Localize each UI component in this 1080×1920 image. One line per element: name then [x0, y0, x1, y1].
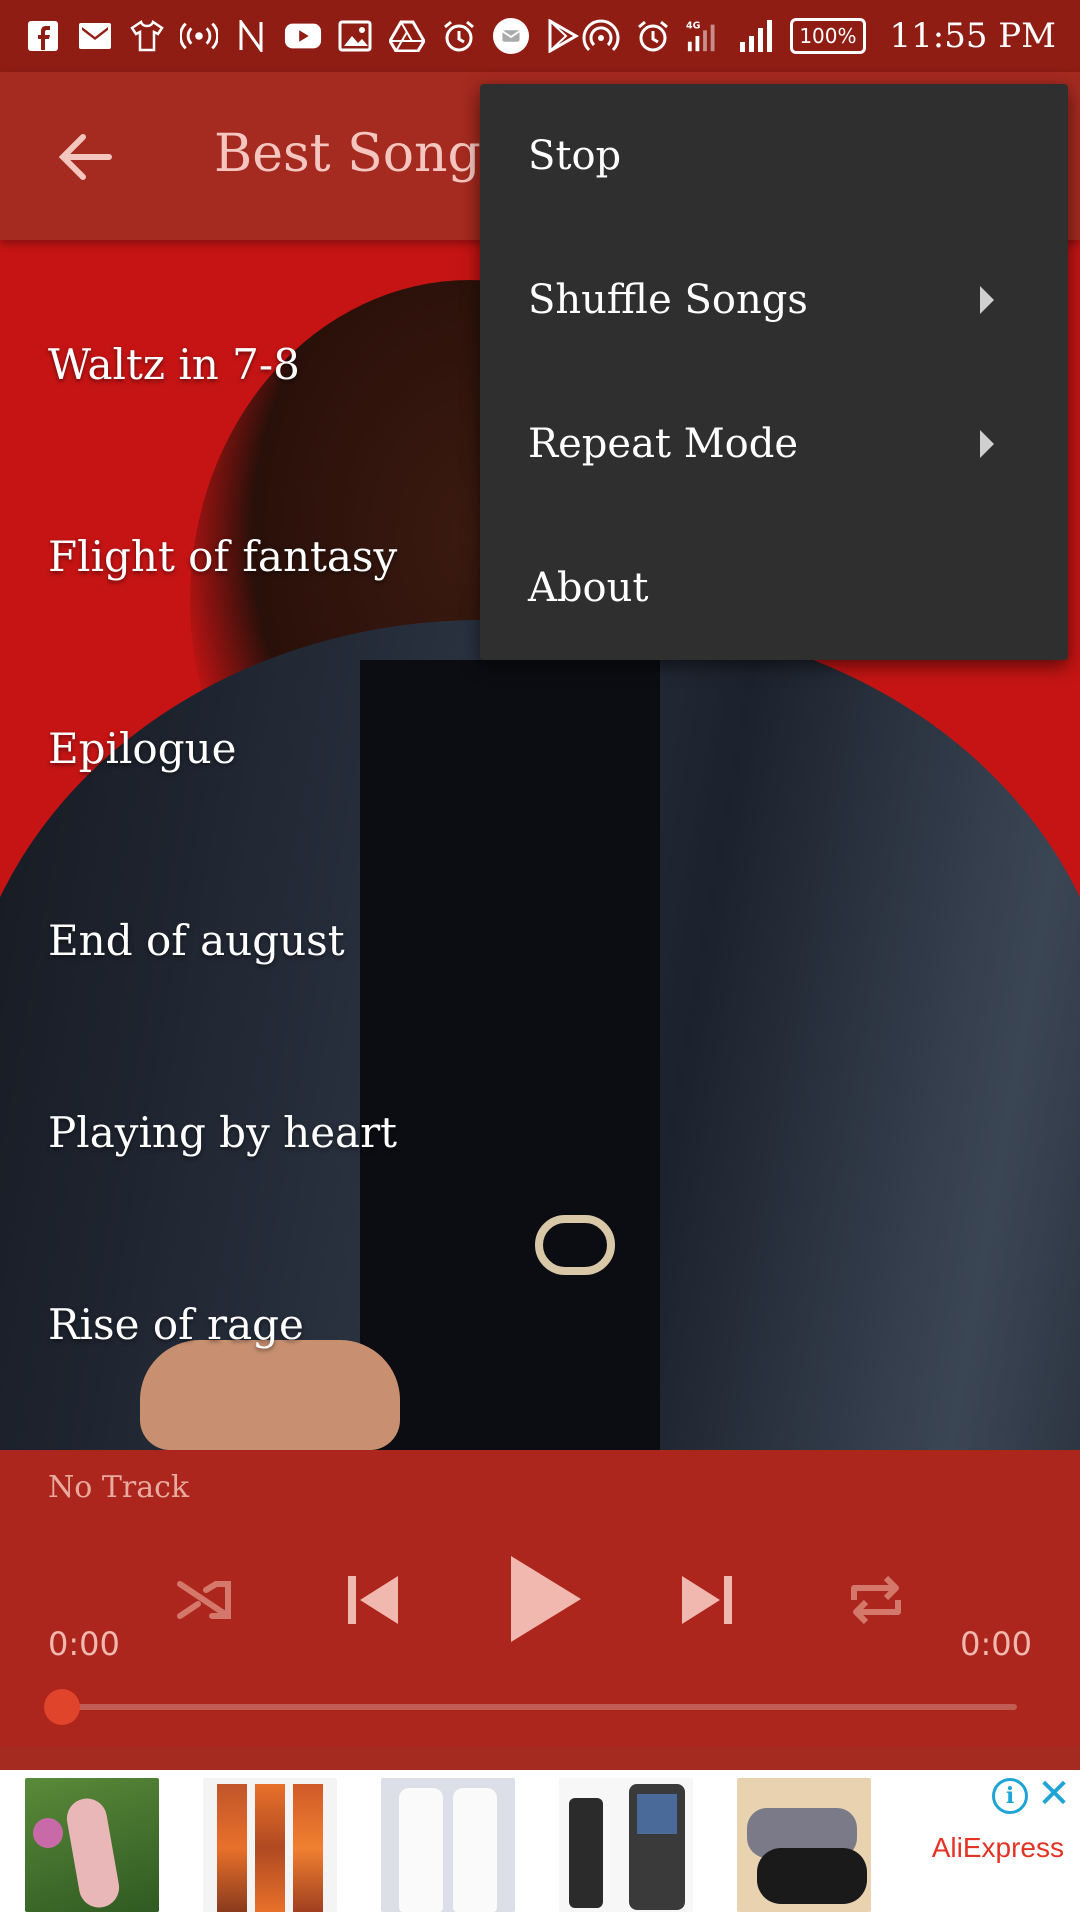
ad-brand-label: AliExpress: [931, 1832, 1064, 1863]
notification-icons: [24, 17, 582, 55]
player-panel: No Track 0:00 0:00: [0, 1450, 1080, 1746]
ad-product-image[interactable]: [203, 1778, 337, 1912]
submenu-arrow-icon: [980, 430, 994, 458]
status-bar: 4G 100% 11:55 PM: [0, 0, 1080, 72]
menu-item-repeat-mode[interactable]: Repeat Mode: [480, 372, 1068, 516]
broadcast-icon: [180, 17, 218, 55]
play-store-icon: [544, 17, 582, 55]
battery-indicator: 100%: [790, 18, 866, 54]
facebook-icon: [24, 17, 62, 55]
youtube-icon: [284, 17, 322, 55]
menu-item-label: About: [528, 565, 649, 611]
ad-close-icon[interactable]: ✕: [1034, 1774, 1074, 1814]
elapsed-time: 0:00: [48, 1625, 120, 1663]
player-controls: [0, 1550, 1080, 1650]
system-indicators: 4G 100% 11:55 PM: [582, 16, 1056, 56]
song-item[interactable]: Rise of rage: [0, 1230, 1080, 1422]
repeat-button[interactable]: [826, 1550, 926, 1650]
alarm-icon: [634, 17, 672, 55]
song-item[interactable]: End of august: [0, 846, 1080, 1038]
song-title: Waltz in 7-8: [48, 340, 300, 389]
gallery-icon: [336, 17, 374, 55]
song-title: End of august: [48, 916, 345, 965]
drive-icon: [388, 17, 426, 55]
ad-banner[interactable]: i ✕ AliExpress: [0, 1770, 1080, 1920]
ad-product-image[interactable]: [737, 1778, 871, 1912]
status-clock: 11:55 PM: [889, 16, 1056, 56]
ad-product-image[interactable]: [559, 1778, 693, 1912]
page-title: Best Songs: [214, 124, 508, 184]
song-title: Flight of fantasy: [48, 532, 398, 581]
ad-info-icon[interactable]: i: [992, 1778, 1028, 1814]
song-title: Epilogue: [48, 724, 237, 773]
menu-item-about[interactable]: About: [480, 516, 1068, 660]
seek-bar[interactable]: [44, 1689, 1017, 1725]
n-icon: [232, 17, 270, 55]
menu-item-shuffle-songs[interactable]: Shuffle Songs: [480, 228, 1068, 372]
shirt-icon: [128, 17, 166, 55]
current-track-label: No Track: [48, 1470, 190, 1505]
back-button[interactable]: [50, 122, 120, 192]
overflow-menu: Stop Shuffle Songs Repeat Mode About: [480, 84, 1068, 660]
svg-text:4G: 4G: [686, 20, 701, 31]
shuffle-icon: [177, 1581, 231, 1619]
menu-item-label: Repeat Mode: [528, 421, 799, 467]
menu-item-stop[interactable]: Stop: [480, 84, 1068, 228]
ad-product-image[interactable]: [25, 1778, 159, 1912]
skip-next-icon: [682, 1576, 732, 1624]
play-icon: [511, 1556, 581, 1642]
arrow-back-icon: [58, 134, 112, 180]
shuffle-button[interactable]: [154, 1550, 254, 1650]
mail-bubble-icon: [492, 17, 530, 55]
signal-icon: [738, 17, 776, 55]
play-button[interactable]: [490, 1544, 600, 1654]
gmail-icon: [76, 17, 114, 55]
song-title: Rise of rage: [48, 1300, 304, 1349]
hotspot-icon: [582, 17, 620, 55]
song-item[interactable]: Epilogue: [0, 654, 1080, 846]
menu-item-label: Shuffle Songs: [528, 277, 808, 323]
previous-button[interactable]: [322, 1550, 422, 1650]
skip-previous-icon: [348, 1576, 398, 1624]
song-item[interactable]: Playing by heart: [0, 1038, 1080, 1230]
submenu-arrow-icon: [980, 286, 994, 314]
ad-divider: [0, 1746, 1080, 1770]
menu-item-label: Stop: [528, 133, 622, 179]
total-time: 0:00: [960, 1625, 1032, 1663]
repeat-icon: [851, 1575, 901, 1625]
alarm-icon: [440, 17, 478, 55]
song-title: Playing by heart: [48, 1108, 398, 1157]
seek-thumb[interactable]: [44, 1689, 80, 1725]
signal-4g-icon: 4G: [686, 17, 724, 55]
ad-product-image[interactable]: [381, 1778, 515, 1912]
next-button[interactable]: [658, 1550, 758, 1650]
